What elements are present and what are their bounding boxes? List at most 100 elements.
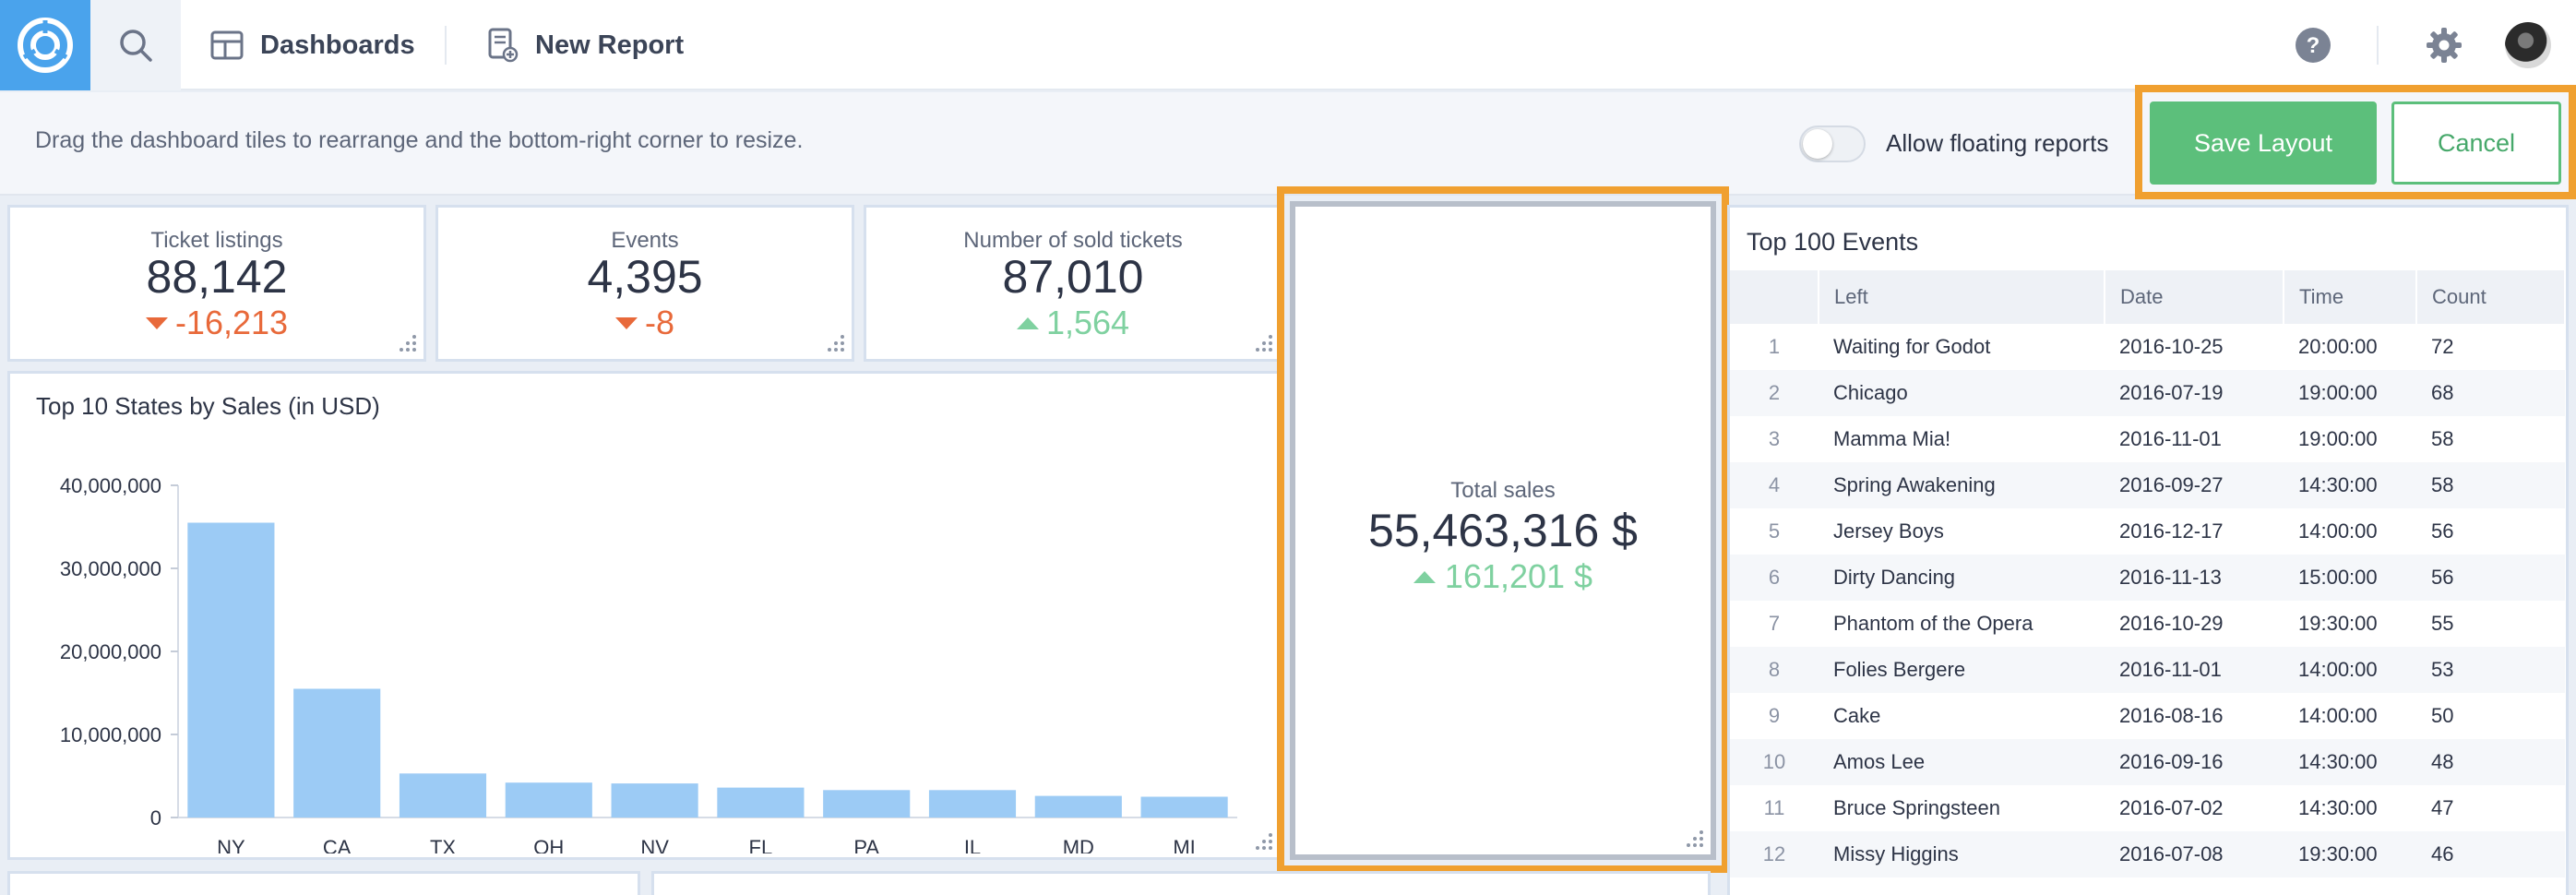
x-tick-label: FL — [749, 836, 773, 853]
toggle-knob — [1803, 129, 1832, 159]
table-row[interactable]: 11 Bruce Springsteen 2016-07-02 14:30:00 47 — [1730, 785, 2565, 831]
cell-date: 2016-09-27 — [2105, 462, 2284, 508]
bar-fl — [717, 787, 805, 817]
row-index: 11 — [1763, 796, 1785, 819]
resize-handle-icon[interactable] — [1254, 333, 1274, 353]
kpi-tile-total-sales[interactable]: Total sales 55,463,316 $ 161,201 $ — [1290, 201, 1716, 860]
save-layout-button[interactable]: Save Layout — [2150, 101, 2377, 185]
svg-text:?: ? — [2307, 33, 2320, 58]
gear-icon — [2427, 28, 2462, 63]
help-button[interactable]: ? — [2288, 0, 2338, 90]
cell-date: 2016-08-16 — [2119, 704, 2224, 727]
cell-date: 2016-07-02 — [2119, 796, 2224, 819]
table-row[interactable]: 7 Phantom of the Opera 2016-10-29 19:30:00 5… — [1730, 601, 2565, 647]
cell-time: 19:00:00 — [2298, 427, 2378, 450]
bar-chart: 0 10,000,000 20,000,000 30,000,000 40,000,00… — [60, 474, 1237, 853]
column-header-count[interactable]: Count — [2416, 270, 2566, 324]
cell-time: 15:00:00 — [2284, 555, 2416, 601]
cell-count: 68 — [2416, 370, 2565, 416]
edit-hint-text: Drag the dashboard tiles to rearrange an… — [35, 127, 804, 153]
floating-reports-label: Allow floating reports — [1886, 129, 2109, 157]
column-header-time[interactable]: Time — [2284, 270, 2417, 324]
cell-date: 2016-11-01 — [2105, 647, 2284, 693]
row-index: 10 — [1730, 739, 1819, 785]
increase-icon — [1016, 316, 1039, 329]
bar-md — [1034, 795, 1122, 817]
cancel-button[interactable]: Cancel — [2391, 101, 2561, 185]
nav-right-divider — [2377, 26, 2379, 65]
cell-count: 53 — [2416, 647, 2565, 693]
increase-icon — [1413, 570, 1436, 583]
cell-count: 46 — [2416, 831, 2565, 877]
kpi-delta-value: -16,213 — [174, 304, 289, 341]
x-tick-label: NY — [217, 836, 245, 853]
kpi-tile-sold-tickets[interactable]: Number of sold tickets 87,010 1,564 — [864, 205, 1282, 362]
decrease-icon — [145, 316, 168, 329]
kpi-tile-events[interactable]: Events 4,395 -8 — [435, 205, 854, 362]
cell-event: Mamma Mia! — [1833, 427, 1951, 450]
column-header-left[interactable]: Left — [1819, 270, 2105, 324]
resize-handle-icon[interactable] — [826, 333, 846, 353]
cell-count: 58 — [2416, 462, 2565, 508]
column-header-date[interactable]: Date — [2105, 270, 2284, 324]
cell-time: 14:30:00 — [2284, 462, 2416, 508]
cell-date: 2016-07-19 — [2105, 370, 2284, 416]
nav-new-report-label: New Report — [535, 30, 685, 60]
cell-time: 19:00:00 — [2284, 370, 2416, 416]
column-header-index[interactable] — [1730, 270, 1819, 324]
cell-count: 56 — [2416, 555, 2565, 601]
logo-icon — [18, 18, 73, 73]
resize-handle-icon[interactable] — [1254, 831, 1274, 852]
bar-mi — [1140, 796, 1228, 817]
x-tick-label: NV — [640, 836, 669, 853]
cell-count: 48 — [2416, 739, 2565, 785]
cell-event: Phantom of the Opera — [1833, 612, 2033, 635]
top-navbar: Dashboards New Report ? — [0, 0, 2576, 90]
table-tile-top-events[interactable]: Top 100 Events Left Date Time Count 1 Wai… — [1727, 205, 2569, 895]
bar-nv — [611, 783, 698, 817]
row-index: 8 — [1730, 647, 1819, 693]
dashboard-tile-partial[interactable] — [7, 871, 640, 895]
app-logo[interactable] — [0, 0, 90, 90]
table-row[interactable]: 6 Dirty Dancing 2016-11-13 15:00:00 56 — [1730, 555, 2565, 601]
search-icon — [120, 30, 152, 62]
table-row[interactable]: 5 Jersey Boys 2016-12-17 14:00:00 56 — [1730, 508, 2565, 555]
cell-time: 14:30:00 — [2284, 739, 2416, 785]
cell-event: Cake — [1833, 704, 1881, 727]
floating-reports-toggle[interactable] — [1799, 125, 1866, 162]
table-row[interactable]: 8 Folies Bergere 2016-11-01 14:00:00 53 — [1730, 647, 2565, 693]
table-header-row: Left Date Time Count — [1730, 270, 2566, 324]
table-row[interactable]: 12 Missy Higgins 2016-07-08 19:30:00 46 — [1730, 831, 2565, 877]
cell-event: Chicago — [1819, 370, 2105, 416]
search-button[interactable] — [90, 0, 181, 90]
kpi-delta-value: 161,201 $ — [1444, 557, 1593, 595]
cell-date: 2016-09-16 — [2105, 739, 2284, 785]
row-index: 7 — [1768, 612, 1781, 635]
settings-button[interactable] — [2419, 0, 2469, 90]
new-report-icon — [488, 28, 519, 63]
table-row[interactable]: 1 Waiting for Godot 2016-10-25 20:00:00 72 — [1730, 324, 2565, 370]
nav-dashboards[interactable]: Dashboards — [210, 0, 415, 90]
y-tick-label: 10,000,000 — [60, 723, 161, 746]
kpi-delta: 161,201 $ — [1295, 557, 1711, 596]
row-index: 3 — [1768, 427, 1781, 450]
table-row[interactable]: 2 Chicago 2016-07-19 19:00:00 68 — [1730, 370, 2565, 416]
table-row[interactable]: 9 Cake 2016-08-16 14:00:00 50 — [1730, 693, 2565, 739]
dashboard-tile-partial[interactable] — [651, 871, 1711, 895]
resize-handle-icon[interactable] — [398, 333, 418, 353]
table-row[interactable]: 10 Amos Lee 2016-09-16 14:30:00 48 — [1730, 739, 2565, 785]
nav-new-report[interactable]: New Report — [487, 0, 684, 90]
resize-handle-icon[interactable] — [1685, 829, 1705, 849]
kpi-delta-value: 1,564 — [1045, 304, 1130, 341]
row-index: 6 — [1730, 555, 1819, 601]
table-row[interactable]: 4 Spring Awakening 2016-09-27 14:30:00 58 — [1730, 462, 2565, 508]
user-avatar[interactable] — [2502, 0, 2554, 90]
cell-date: 2016-10-29 — [2119, 612, 2224, 635]
cell-event: Dirty Dancing — [1819, 555, 2105, 601]
table-row[interactable]: 3 Mamma Mia! 2016-11-01 19:00:00 58 — [1730, 416, 2565, 462]
kpi-tile-ticket-listings[interactable]: Ticket listings 88,142 -16,213 — [7, 205, 426, 362]
cell-event: Missy Higgins — [1819, 831, 2105, 877]
chart-tile-top-states[interactable]: Top 10 States by Sales (in USD) 0 10,000,… — [7, 371, 1282, 860]
bar-ca — [293, 688, 381, 817]
cell-time: 14:00:00 — [2298, 519, 2378, 543]
